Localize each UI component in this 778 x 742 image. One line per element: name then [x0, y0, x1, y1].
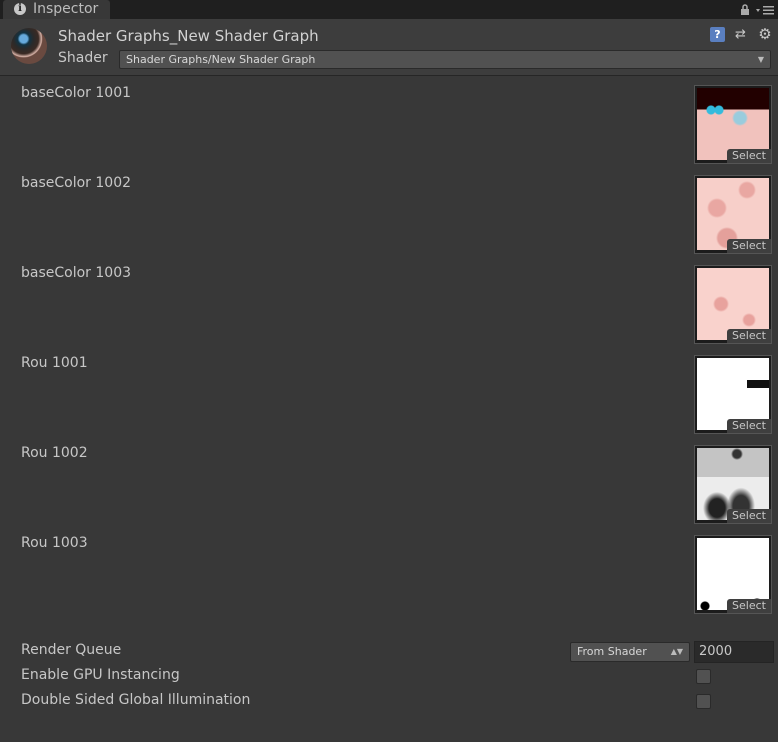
gear-icon[interactable]: ⚙ [757, 27, 773, 43]
shader-dropdown[interactable]: Shader Graphs/New Shader Graph ▼ [119, 50, 771, 69]
texture-slot-basecolor-1001[interactable]: Select [694, 85, 772, 164]
texture-slot-rou-1002[interactable]: Select [694, 445, 772, 524]
select-button[interactable]: Select [727, 599, 771, 613]
texture-slot-basecolor-1002[interactable]: Select [694, 175, 772, 254]
info-icon: i [14, 3, 26, 15]
help-icon[interactable]: ? [710, 27, 725, 42]
texture-slot-basecolor-1003[interactable]: Select [694, 265, 772, 344]
property-label-rou-1003: Rou 1003 [21, 535, 88, 551]
chevron-down-icon: ▼ [757, 55, 764, 64]
material-preview-sphere [11, 28, 47, 64]
select-button[interactable]: Select [727, 239, 771, 253]
texture-slot-rou-1003[interactable]: Select [694, 535, 772, 614]
property-label-basecolor-1003: baseColor 1003 [21, 265, 132, 281]
select-button[interactable]: Select [727, 329, 771, 343]
render-queue-value-field[interactable]: 2000 [694, 641, 774, 663]
shader-dropdown-value: Shader Graphs/New Shader Graph [126, 53, 316, 66]
property-label-rou-1002: Rou 1002 [21, 445, 88, 461]
select-button[interactable]: Select [727, 419, 771, 433]
tab-inspector[interactable]: i Inspector [3, 0, 110, 19]
shader-label: Shader [58, 50, 108, 66]
inspector-tab-bar: i Inspector [0, 0, 778, 19]
property-label-basecolor-1001: baseColor 1001 [21, 85, 132, 101]
double-sided-gi-label: Double Sided Global Illumination [21, 692, 251, 708]
material-header: Shader Graphs_New Shader Graph Shader Sh… [0, 19, 778, 76]
up-down-arrow-icon: ▲▼ [670, 647, 683, 656]
property-label-rou-1001: Rou 1001 [21, 355, 88, 371]
render-queue-value: 2000 [699, 644, 733, 659]
select-button[interactable]: Select [727, 509, 771, 523]
double-sided-gi-checkbox[interactable] [696, 694, 711, 709]
tab-inspector-label: Inspector [33, 1, 99, 17]
material-title: Shader Graphs_New Shader Graph [58, 27, 319, 45]
preset-icon[interactable]: ⇄ [733, 27, 748, 42]
gpu-instancing-checkbox[interactable] [696, 669, 711, 684]
gpu-instancing-label: Enable GPU Instancing [21, 667, 180, 683]
render-queue-mode-value: From Shader [577, 645, 647, 658]
render-queue-mode-dropdown[interactable]: From Shader ▲▼ [570, 642, 690, 662]
select-button[interactable]: Select [727, 149, 771, 163]
lock-icon[interactable] [740, 4, 750, 15]
texture-slot-rou-1001[interactable]: Select [694, 355, 772, 434]
panel-menu-icon[interactable] [756, 4, 774, 16]
property-label-basecolor-1002: baseColor 1002 [21, 175, 132, 191]
render-queue-label: Render Queue [21, 642, 122, 658]
